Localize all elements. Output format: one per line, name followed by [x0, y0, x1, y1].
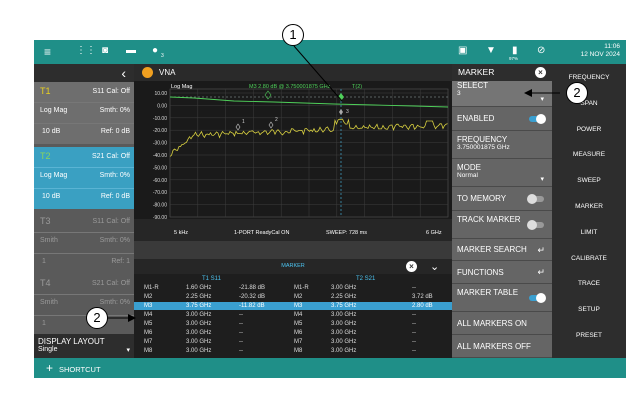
- callout-2-menu: 2: [566, 82, 588, 104]
- callout-2-table: 2: [86, 307, 108, 329]
- callout-arrows: [108, 45, 560, 322]
